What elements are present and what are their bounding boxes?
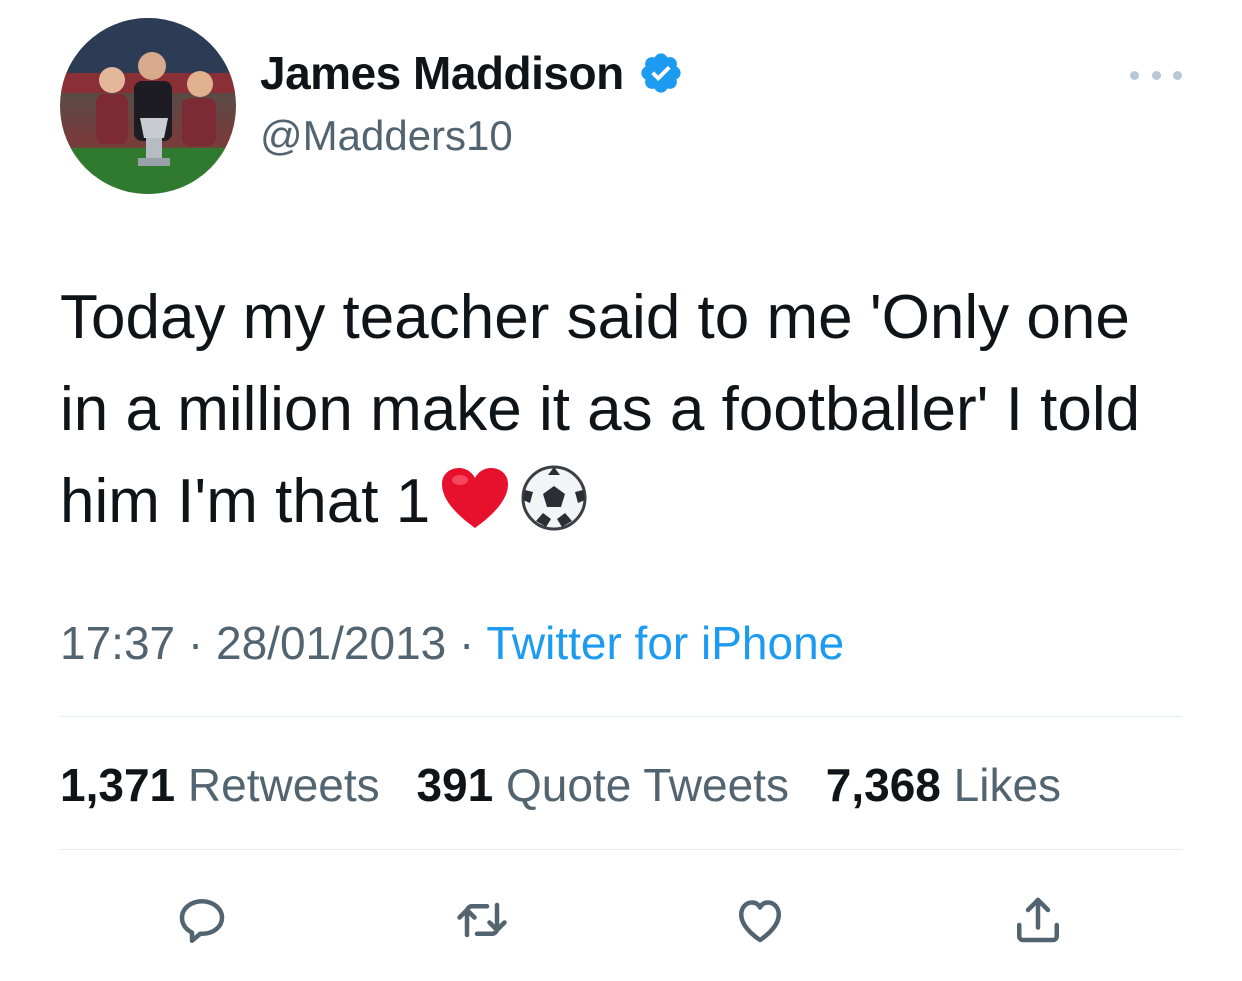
reply-button[interactable] (172, 890, 232, 950)
more-dot (1151, 70, 1161, 80)
tweet-text: Today my teacher said to me 'Only one in… (60, 272, 1190, 558)
display-name[interactable]: James Maddison (260, 46, 624, 100)
tweet-time[interactable]: 17:37 (60, 617, 175, 669)
soccer-ball-emoji (520, 464, 588, 558)
quotes-label: Quote Tweets (505, 759, 789, 811)
tweet-meta: 17:37 · 28/01/2013 · Twitter for iPhone (60, 616, 844, 670)
retweet-button[interactable] (452, 890, 512, 950)
retweets-label: Retweets (187, 759, 380, 811)
share-icon (1017, 897, 1059, 943)
like-button[interactable] (730, 890, 790, 950)
likes-count: 7,368 (825, 759, 941, 811)
action-bar (0, 890, 1242, 950)
quotes-count: 391 (416, 759, 494, 811)
tweet-date[interactable]: 28/01/2013 (216, 617, 446, 669)
meta-separator: · (187, 617, 204, 669)
avatar[interactable] (60, 18, 236, 194)
tweet-source-link[interactable]: Twitter for iPhone (486, 617, 844, 669)
more-dot (1173, 70, 1182, 80)
retweet-icon (457, 902, 507, 938)
like-icon (739, 900, 781, 943)
author-handle[interactable]: @Madders10 (260, 112, 513, 160)
retweets-stat[interactable]: 1,371 Retweets (60, 759, 380, 811)
more-dot (1130, 70, 1139, 80)
avatar-photo (60, 18, 236, 194)
red-heart-emoji (440, 466, 510, 558)
verified-badge-icon (641, 53, 681, 93)
divider (60, 849, 1182, 850)
author-name-row[interactable]: James Maddison (260, 46, 684, 100)
quote-tweets-stat[interactable]: 391 Quote Tweets (416, 759, 789, 811)
meta-separator: · (459, 617, 475, 669)
divider (60, 716, 1182, 717)
engagement-stats: 1,371 Retweets 391 Quote Tweets 7,368 Li… (60, 758, 1085, 812)
tweet-body: Today my teacher said to me 'Only one in… (60, 283, 1141, 536)
likes-stat[interactable]: 7,368 Likes (826, 759, 1061, 811)
share-button[interactable] (1008, 890, 1068, 950)
likes-label: Likes (953, 759, 1062, 811)
more-options-icon[interactable] (1130, 60, 1182, 90)
reply-icon (179, 899, 225, 943)
retweets-count: 1,371 (60, 759, 176, 811)
